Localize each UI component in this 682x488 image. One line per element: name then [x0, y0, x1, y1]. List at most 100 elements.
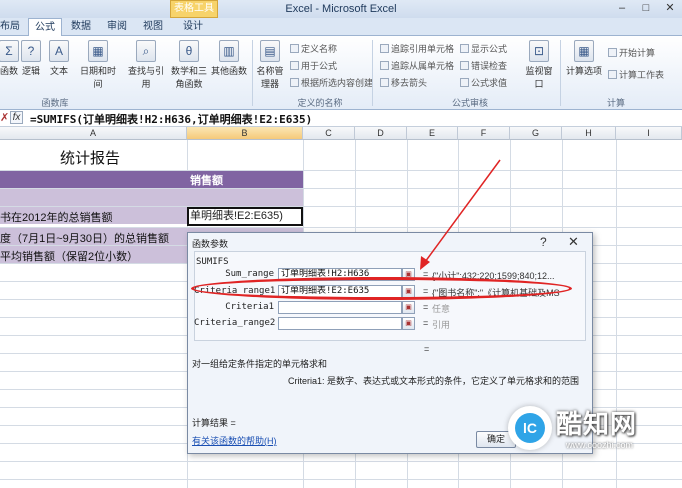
math-trig-button[interactable]: θ 数学和三角函数	[170, 40, 208, 90]
column-header-g[interactable]: G	[510, 127, 562, 140]
calculate-now-button[interactable]: 开始计算	[608, 46, 655, 59]
column-header-h[interactable]: H	[562, 127, 616, 140]
active-cell[interactable]: 单明细表!E2:E635)	[187, 207, 303, 226]
logical-icon: ?	[21, 40, 41, 62]
name-manager-button[interactable]: ▤ 名称管理器	[254, 40, 286, 90]
calculation-options-button[interactable]: ▦ 计算选项	[564, 40, 604, 77]
create-from-selection-button[interactable]: 根据所选内容创建	[290, 76, 373, 89]
text-icon: A	[49, 40, 69, 62]
column-header-e[interactable]: E	[407, 127, 458, 140]
tab-layout[interactable]: 布局	[0, 18, 20, 36]
column-header-i[interactable]: I	[616, 127, 682, 140]
criteria-range2-input[interactable]	[278, 317, 402, 330]
collapse-dialog-icon[interactable]: ▣	[402, 301, 415, 314]
formula-auditing-label: 公式审核	[451, 98, 488, 108]
watch-window-button[interactable]: ⊡ 监视窗口	[522, 40, 556, 90]
watermark-logo-mark: lC	[515, 413, 545, 443]
tab-review[interactable]: 审阅	[102, 18, 132, 36]
close-icon[interactable]: ✕	[568, 234, 579, 250]
calculate-sheet-button[interactable]: 计算工作表	[608, 68, 664, 81]
remove-arrows-button[interactable]: 移去箭头	[380, 76, 427, 89]
column-header-b[interactable]: B	[187, 127, 303, 140]
cancel-icon[interactable]: ✗	[0, 112, 10, 124]
trace-dependents-icon	[380, 61, 389, 70]
remove-arrows-icon	[380, 78, 389, 87]
lookup-icon: ⌕	[136, 40, 156, 62]
calendar-icon: ▦	[88, 40, 108, 62]
formula-input[interactable]: =SUMIFS(订单明细表!H2:H636,订单明细表!E2:E635)	[30, 111, 312, 127]
logical-button[interactable]: ? 逻辑	[16, 40, 46, 77]
formula-bar: ✗ fx =SUMIFS(订单明细表!H2:H636,订单明细表!E2:E635…	[0, 110, 682, 127]
function-name: SUMIFS	[196, 257, 229, 267]
define-name-button[interactable]: 定义名称	[290, 42, 337, 55]
function-help-link[interactable]: 有关该函数的帮助(H)	[192, 434, 277, 447]
watermark-logo: lC	[508, 406, 552, 450]
column-header-f[interactable]: F	[458, 127, 510, 140]
column-header-d[interactable]: D	[355, 127, 407, 140]
calculation-result: 计算结果 =	[192, 418, 236, 428]
argument-help-text: Criteria1: 是数字、表达式或文本形式的条件，它定义了单元格求和的范围	[288, 376, 580, 386]
calc-now-icon	[608, 48, 617, 57]
text-button[interactable]: A 文本	[44, 40, 74, 77]
calculation-label: 计算	[606, 98, 625, 108]
equals-sign: =	[423, 302, 429, 312]
tab-data[interactable]: 数据	[66, 18, 96, 36]
show-formulas-button[interactable]: 显示公式	[460, 42, 507, 55]
window-title: Excel - Microsoft Excel	[285, 3, 397, 15]
collapse-dialog-icon[interactable]: ▣	[402, 317, 415, 330]
column-header-c[interactable]: C	[303, 127, 355, 140]
calc-sheet-icon	[608, 70, 617, 79]
error-check-icon	[460, 61, 469, 70]
formula-icon	[290, 61, 299, 70]
minimize-icon[interactable]: –	[610, 0, 634, 18]
watch-window-icon: ⊡	[529, 40, 549, 62]
name-manager-icon: ▤	[260, 40, 280, 62]
group-separator	[372, 40, 373, 106]
window-controls: – □ ✕	[610, 0, 682, 18]
criteria1-input[interactable]	[278, 301, 402, 314]
help-icon[interactable]: ?	[540, 235, 547, 249]
row-label: 度（7月1日~9月30日）的总销售额	[0, 233, 170, 245]
row-band	[0, 189, 303, 206]
equals-sign: =	[423, 318, 429, 328]
column-header-a[interactable]: A	[0, 127, 187, 140]
header-band	[0, 171, 303, 188]
group-separator	[252, 40, 253, 106]
ribbon-tabs: 布局 公式 数据 审阅 视图 设计	[0, 18, 682, 37]
create-icon	[290, 78, 299, 87]
lookup-reference-button[interactable]: ⌕ 查找与引用	[124, 40, 168, 90]
title-bar: 表格工具 Excel - Microsoft Excel – □ ✕	[0, 0, 682, 18]
report-title: 统计报告	[60, 150, 121, 167]
highlight-ellipse	[191, 277, 572, 300]
books-icon: ▥	[219, 40, 239, 62]
tab-view[interactable]: 视图	[138, 18, 168, 36]
insert-function-button[interactable]: fx	[10, 111, 23, 124]
trace-precedents-icon	[380, 44, 389, 53]
tag-icon	[290, 44, 299, 53]
watermark-url: www.coozhi.com	[566, 440, 634, 450]
more-functions-button[interactable]: ▥ 其他函数	[210, 40, 248, 77]
show-formulas-icon	[460, 44, 469, 53]
formula-result-equals: =	[424, 344, 430, 354]
grid-line	[0, 479, 682, 480]
row-label: 平均销售额（保留2位小数）	[0, 251, 139, 263]
tab-design[interactable]: 设计	[176, 18, 210, 36]
math-icon: θ	[179, 40, 199, 62]
sales-header: 销售额	[190, 175, 223, 187]
close-window-icon[interactable]: ✕	[658, 0, 682, 18]
criteria-range2-result: 引用	[432, 320, 451, 330]
maximize-icon[interactable]: □	[634, 0, 658, 18]
ribbon: Σ 函数 ? 逻辑 A 文本 ▦ 日期和时间 ⌕ 查找与引用 θ 数学和三角函数 ▥ 其他函数…	[0, 36, 682, 110]
error-checking-button[interactable]: 错误检查	[460, 59, 507, 72]
function-description: 对一组给定条件指定的单元格求和	[192, 359, 328, 369]
arg-label-criteria1: Criteria1	[225, 302, 274, 312]
defined-names-label: 定义的名称	[297, 98, 343, 108]
use-in-formula-button[interactable]: 用于公式	[290, 59, 337, 72]
evaluate-formula-button[interactable]: 公式求值	[460, 76, 507, 89]
watermark-name: 酷知网	[556, 409, 638, 439]
date-time-button[interactable]: ▦ 日期和时间	[78, 40, 118, 90]
watermark: lC 酷知网 www.coozhi.com	[508, 400, 682, 466]
trace-dependents-button[interactable]: 追踪从属单元格	[380, 59, 454, 72]
trace-precedents-button[interactable]: 追踪引用单元格	[380, 42, 454, 55]
tab-formulas[interactable]: 公式	[28, 18, 62, 37]
